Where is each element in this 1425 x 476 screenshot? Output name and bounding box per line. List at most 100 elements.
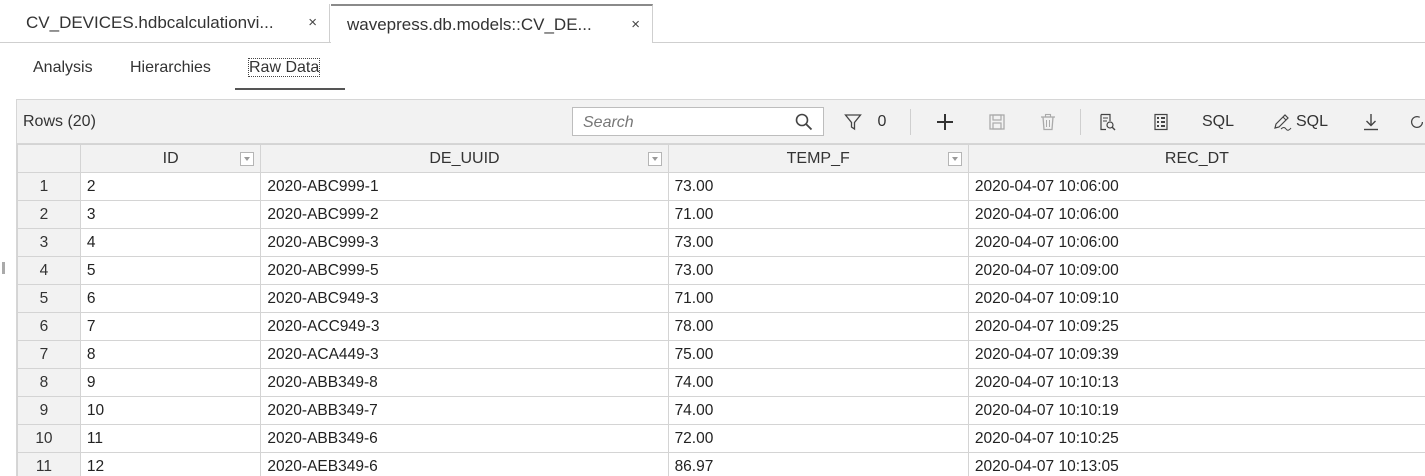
cell-de-uuid[interactable]: 2020-ABB349-8 — [260, 368, 669, 397]
cell-id[interactable]: 9 — [79, 368, 262, 397]
cell-temp-f[interactable]: 72.00 — [667, 424, 969, 453]
column-header-rec-dt[interactable]: REC_DT — [967, 144, 1425, 173]
row-number: 2 — [17, 200, 81, 229]
cell-id[interactable]: 5 — [79, 256, 262, 285]
cell-de-uuid[interactable]: 2020-ABB349-6 — [260, 424, 669, 453]
edit-sql-button[interactable]: SQL — [1264, 109, 1336, 135]
cell-temp-f[interactable]: 73.00 — [667, 256, 969, 285]
search-input[interactable] — [573, 108, 795, 137]
tab-analysis[interactable]: Analysis — [33, 59, 93, 77]
cell-rec-dt[interactable]: 2020-04-07 10:06:00 — [967, 228, 1425, 257]
row-number: 11 — [17, 452, 81, 476]
cell-de-uuid[interactable]: 2020-ACC949-3 — [260, 312, 669, 341]
cell-temp-f[interactable]: 78.00 — [667, 312, 969, 341]
table-row[interactable]: 11 12 2020-AEB349-6 86.97 2020-04-07 10:… — [17, 452, 1425, 476]
close-icon[interactable]: × — [631, 16, 640, 33]
columns-icon — [1154, 113, 1168, 131]
cell-rec-dt[interactable]: 2020-04-07 10:10:25 — [967, 424, 1425, 453]
filter-button[interactable] — [842, 109, 864, 135]
cell-id[interactable]: 2 — [79, 172, 262, 201]
cell-id[interactable]: 12 — [79, 452, 262, 476]
table-row[interactable]: 2 3 2020-ABC999-2 71.00 2020-04-07 10:06… — [17, 200, 1425, 229]
tab-raw-data[interactable]: Raw Data — [247, 58, 321, 77]
cell-id[interactable]: 4 — [79, 228, 262, 257]
editor-tab-wavepress-model[interactable]: wavepress.db.models::CV_DE... × — [331, 4, 653, 43]
cell-rec-dt[interactable]: 2020-04-07 10:09:00 — [967, 256, 1425, 285]
table-row[interactable]: 3 4 2020-ABC999-3 73.00 2020-04-07 10:06… — [17, 228, 1425, 257]
cell-de-uuid[interactable]: 2020-ABC999-3 — [260, 228, 669, 257]
cell-temp-f[interactable]: 73.00 — [667, 172, 969, 201]
delete-button[interactable] — [1036, 109, 1060, 135]
table-row[interactable]: 5 6 2020-ABC949-3 71.00 2020-04-07 10:09… — [17, 284, 1425, 313]
cell-temp-f[interactable]: 86.97 — [667, 452, 969, 476]
table-row[interactable]: 8 9 2020-ABB349-8 74.00 2020-04-07 10:10… — [17, 368, 1425, 397]
refresh-button[interactable] — [1408, 109, 1425, 135]
cell-temp-f[interactable]: 71.00 — [667, 284, 969, 313]
tab-raw-data-label: Raw Data — [247, 58, 321, 77]
cell-de-uuid[interactable]: 2020-ABC999-1 — [260, 172, 669, 201]
cell-rec-dt[interactable]: 2020-04-07 10:10:19 — [967, 396, 1425, 425]
cell-de-uuid[interactable]: 2020-ACA449-3 — [260, 340, 669, 369]
columns-button[interactable] — [1149, 109, 1173, 135]
cell-rec-dt[interactable]: 2020-04-07 10:06:00 — [967, 200, 1425, 229]
table-row[interactable]: 7 8 2020-ACA449-3 75.00 2020-04-07 10:09… — [17, 340, 1425, 369]
column-header-id[interactable]: ID — [79, 144, 262, 173]
cell-rec-dt[interactable]: 2020-04-07 10:13:05 — [967, 452, 1425, 476]
download-button[interactable] — [1360, 109, 1382, 135]
table-row[interactable]: 1 2 2020-ABC999-1 73.00 2020-04-07 10:06… — [17, 172, 1425, 201]
column-header-label: ID — [162, 149, 179, 167]
editor-tab-label: CV_DEVICES.hdbcalculationvi... — [26, 13, 274, 32]
save-button[interactable] — [985, 109, 1009, 135]
cell-temp-f[interactable]: 71.00 — [667, 200, 969, 229]
editor-tab-calculation-view[interactable]: CV_DEVICES.hdbcalculationvi... × — [0, 4, 330, 42]
cell-de-uuid[interactable]: 2020-ABB349-7 — [260, 396, 669, 425]
search-icon[interactable] — [795, 113, 813, 131]
table-row[interactable]: 10 11 2020-ABB349-6 72.00 2020-04-07 10:… — [17, 424, 1425, 453]
cell-de-uuid[interactable]: 2020-ABC999-5 — [260, 256, 669, 285]
close-icon[interactable]: × — [308, 14, 317, 31]
column-header-label: DE_UUID — [429, 149, 500, 167]
panel-resize-handle[interactable] — [2, 262, 5, 274]
column-header-label: TEMP_F — [786, 149, 850, 167]
column-header-de-uuid[interactable]: DE_UUID — [260, 144, 669, 173]
cell-de-uuid[interactable]: 2020-ABC949-3 — [260, 284, 669, 313]
table-row[interactable]: 4 5 2020-ABC999-5 73.00 2020-04-07 10:09… — [17, 256, 1425, 285]
table-row[interactable]: 9 10 2020-ABB349-7 74.00 2020-04-07 10:1… — [17, 396, 1425, 425]
cell-rec-dt[interactable]: 2020-04-07 10:09:10 — [967, 284, 1425, 313]
add-row-button[interactable] — [932, 109, 958, 135]
cell-id[interactable]: 10 — [79, 396, 262, 425]
cell-temp-f[interactable]: 74.00 — [667, 368, 969, 397]
cell-de-uuid[interactable]: 2020-ABC999-2 — [260, 200, 669, 229]
cell-temp-f[interactable]: 74.00 — [667, 396, 969, 425]
cell-rec-dt[interactable]: 2020-04-07 10:06:00 — [967, 172, 1425, 201]
cell-id[interactable]: 11 — [79, 424, 262, 453]
table-header-row: ID DE_UUID TEMP_F REC_DT — [17, 144, 1425, 173]
cell-de-uuid[interactable]: 2020-AEB349-6 — [260, 452, 669, 476]
view-tab-bar: Analysis Hierarchies Raw Data — [0, 42, 1425, 92]
cell-id[interactable]: 7 — [79, 312, 262, 341]
record-details-button[interactable] — [1095, 109, 1119, 135]
column-filter-icon[interactable] — [947, 152, 962, 166]
column-header-label: REC_DT — [1164, 149, 1229, 167]
cell-id[interactable]: 6 — [79, 284, 262, 313]
column-filter-icon[interactable] — [647, 152, 662, 166]
cell-id[interactable]: 3 — [79, 200, 262, 229]
raw-data-view: CV_DEVICES.hdbcalculationvi... × wavepre… — [0, 0, 1425, 476]
plus-icon — [937, 114, 953, 130]
sql-button[interactable]: SQL — [1197, 109, 1239, 135]
active-tab-indicator — [235, 88, 345, 90]
column-filter-icon[interactable] — [240, 152, 255, 166]
cell-rec-dt[interactable]: 2020-04-07 10:09:25 — [967, 312, 1425, 341]
search-box — [572, 107, 824, 137]
tab-hierarchies[interactable]: Hierarchies — [130, 59, 211, 77]
column-header-temp-f[interactable]: TEMP_F — [667, 144, 969, 173]
toolbar-divider — [910, 109, 911, 135]
filter-icon — [844, 114, 862, 131]
cell-rec-dt[interactable]: 2020-04-07 10:09:39 — [967, 340, 1425, 369]
row-number: 10 — [17, 424, 81, 453]
cell-id[interactable]: 8 — [79, 340, 262, 369]
cell-temp-f[interactable]: 73.00 — [667, 228, 969, 257]
table-row[interactable]: 6 7 2020-ACC949-3 78.00 2020-04-07 10:09… — [17, 312, 1425, 341]
cell-rec-dt[interactable]: 2020-04-07 10:10:13 — [967, 368, 1425, 397]
cell-temp-f[interactable]: 75.00 — [667, 340, 969, 369]
